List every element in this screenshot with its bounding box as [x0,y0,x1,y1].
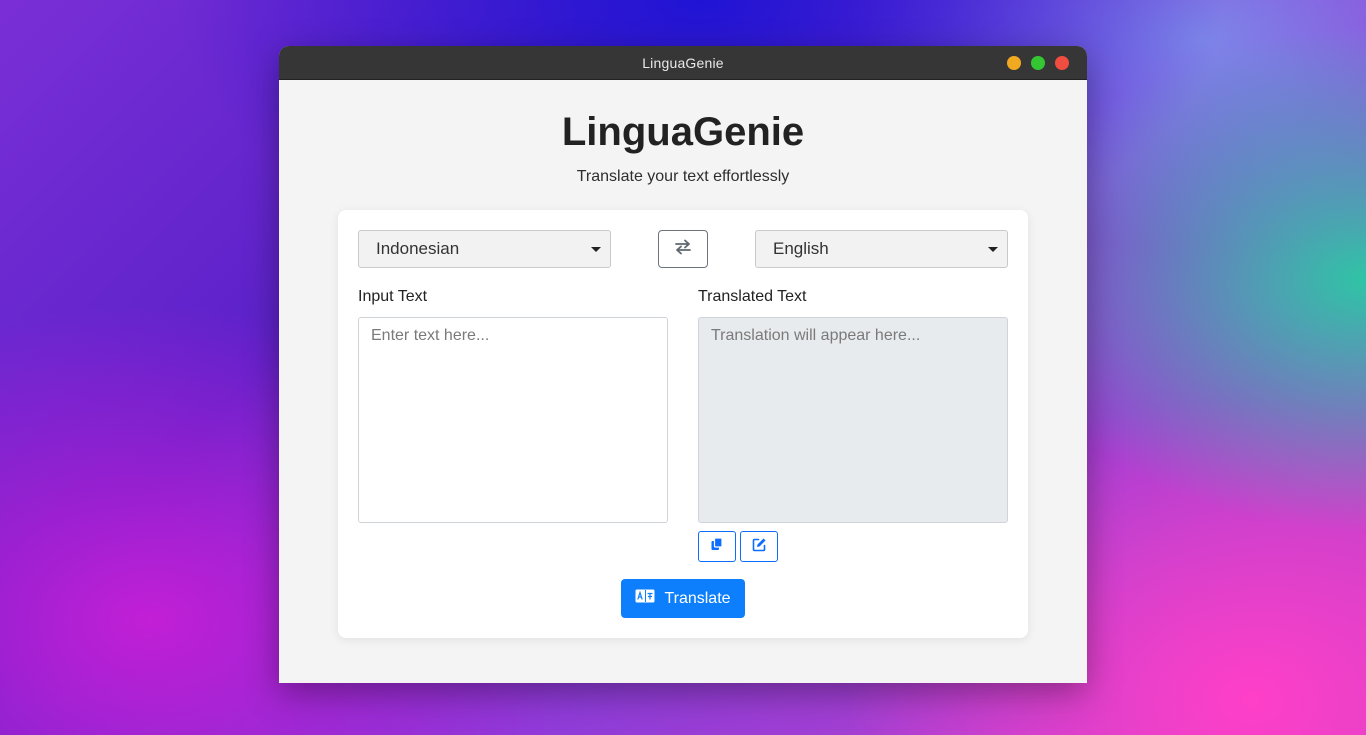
target-language-select[interactable]: English [755,230,1008,268]
app-title: LinguaGenie [561,110,805,154]
target-language-value: English [773,239,829,258]
copy-button[interactable] [698,531,736,562]
output-placeholder: Translation will appear here... [711,327,921,344]
window-controls [1007,56,1069,70]
chevron-down-icon [988,247,998,252]
app-content: LinguaGenie Translate your text effortle… [279,80,1087,683]
translate-button[interactable]: Translate [621,579,745,618]
minimize-button[interactable] [1007,56,1021,70]
close-button[interactable] [1055,56,1069,70]
app-subtitle: Translate your text effortlessly [576,168,790,185]
translated-text-label: Translated Text [698,288,807,305]
input-placeholder: Enter text here... [371,327,490,344]
edit-button[interactable] [740,531,778,562]
app-window: LinguaGenie LinguaGenie Translate your t… [279,46,1087,683]
maximize-button[interactable] [1031,56,1045,70]
edit-icon [752,537,767,557]
swap-arrows-icon [674,239,692,260]
translate-icon [635,589,655,608]
title-bar[interactable]: LinguaGenie [279,46,1087,80]
input-text-label: Input Text [358,288,428,305]
output-textarea: Translation will appear here... [698,317,1008,523]
chevron-down-icon [591,247,601,252]
translator-card: Indonesian English Input Text Translated… [338,210,1028,638]
translate-label: Translate [664,589,731,607]
source-language-select[interactable]: Indonesian [358,230,611,268]
swap-languages-button[interactable] [658,230,708,268]
source-language-value: Indonesian [376,239,460,258]
window-title: LinguaGenie [642,54,724,71]
input-textarea[interactable]: Enter text here... [358,317,668,523]
copy-icon [710,537,724,556]
